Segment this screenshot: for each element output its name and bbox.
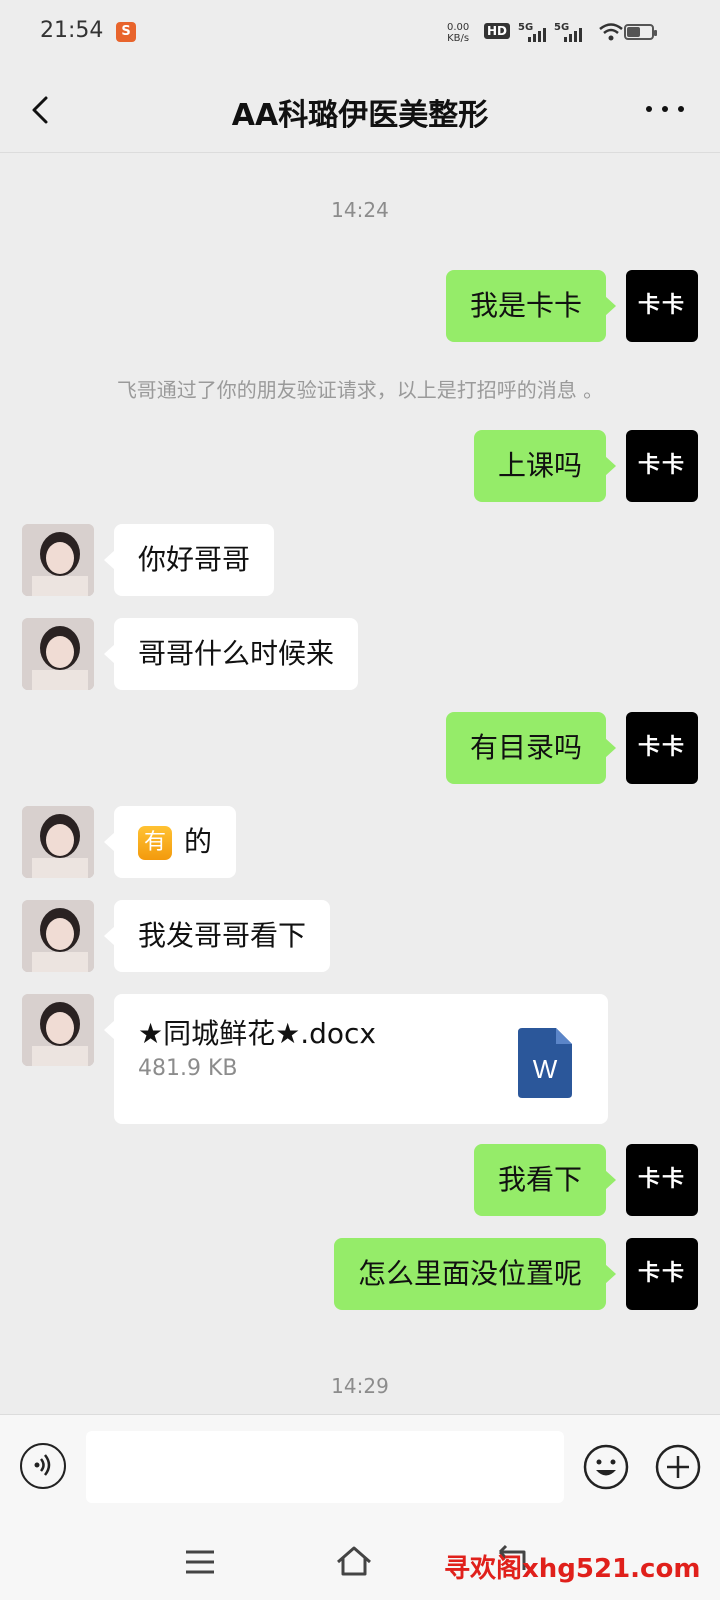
message-bubble-outgoing[interactable]: 我看下 <box>473 1144 617 1216</box>
message-bubble-incoming[interactable]: 哥哥什么时候来 <box>103 618 359 690</box>
battery-icon <box>624 24 657 40</box>
file-name: ★同城鲜花★.docx <box>138 1017 376 1050</box>
message-bubble-incoming[interactable]: 有的 <box>103 806 237 878</box>
timestamp: 14:29 <box>331 1374 389 1398</box>
app-notification-icon: S <box>116 22 136 42</box>
word-icon-letter: W <box>533 1054 558 1084</box>
hd-icon: HD <box>484 23 511 39</box>
system-notice: 飞哥通过了你的朋友验证请求，以上是打招呼的消息 。 <box>116 378 604 402</box>
timestamp: 14:24 <box>331 198 389 222</box>
plus-icon[interactable] <box>654 1443 702 1491</box>
voice-input-button[interactable] <box>20 1443 66 1489</box>
contact-photo-icon <box>22 900 94 972</box>
voice-icon <box>34 1454 51 1476</box>
avatar-contact[interactable] <box>22 524 94 596</box>
message-bubble-incoming[interactable]: 我发哥哥看下 <box>103 900 331 972</box>
signal-sim2-icon: 5G <box>554 22 588 42</box>
system-nav-bar: 寻欢阁xhg521.com <box>0 1524 720 1600</box>
message-bubble-outgoing[interactable]: 上课吗 <box>473 430 617 502</box>
chat-header: AA科璐伊医美整形 <box>0 70 720 153</box>
contact-photo-icon <box>22 994 94 1066</box>
avatar-self[interactable]: 卡卡 <box>626 712 698 784</box>
message-bubble-incoming[interactable]: 你好哥哥 <box>103 524 275 596</box>
avatar-self[interactable]: 卡卡 <box>626 270 698 342</box>
status-bar: 21:54 S 0.00 KB/s HD 5G 5G <box>0 0 720 70</box>
message-bubble-outgoing[interactable]: 我是卡卡 <box>445 270 617 342</box>
wifi-icon <box>599 23 623 41</box>
signal-sim1-icon: 5G <box>518 22 552 42</box>
network-speed: 0.00 KB/s <box>447 22 469 44</box>
network-speed-value: 0.00 <box>447 22 470 33</box>
input-bar <box>0 1414 720 1525</box>
status-time: 21:54 <box>40 18 104 43</box>
home-icon[interactable] <box>334 1542 374 1582</box>
battery-fill <box>627 27 640 37</box>
file-message-card[interactable]: ★同城鲜花★.docx 481.9 KB W <box>104 994 608 1124</box>
avatar-self[interactable]: 卡卡 <box>626 430 698 502</box>
avatar-self[interactable]: 卡卡 <box>626 1238 698 1310</box>
message-bubble-outgoing[interactable]: 怎么里面没位置呢 <box>333 1238 617 1310</box>
sim2-label: 5G <box>554 22 570 33</box>
avatar-contact[interactable] <box>22 806 94 878</box>
emoji-icon[interactable] <box>582 1443 630 1491</box>
chat-title: AA科璐伊医美整形 <box>231 98 489 133</box>
avatar-self[interactable]: 卡卡 <box>626 1144 698 1216</box>
message-bubble-outgoing[interactable]: 有目录吗 <box>445 712 617 784</box>
contact-photo-icon <box>22 806 94 878</box>
contact-photo-icon <box>22 618 94 690</box>
sim1-label: 5G <box>518 22 534 33</box>
contact-photo-icon <box>22 524 94 596</box>
avatar-contact[interactable] <box>22 994 94 1066</box>
menu-icon[interactable] <box>180 1542 220 1582</box>
more-options-icon[interactable] <box>640 94 690 124</box>
message-input[interactable] <box>86 1431 564 1503</box>
message-text: 的 <box>184 825 213 858</box>
network-speed-unit: KB/s <box>447 33 470 44</box>
avatar-contact[interactable] <box>22 618 94 690</box>
word-document-icon: W <box>518 1028 572 1098</box>
avatar-contact[interactable] <box>22 900 94 972</box>
you-emoji-icon: 有 <box>138 826 172 860</box>
watermark: 寻欢阁xhg521.com <box>444 1554 701 1584</box>
file-size: 481.9 KB <box>138 1056 238 1081</box>
